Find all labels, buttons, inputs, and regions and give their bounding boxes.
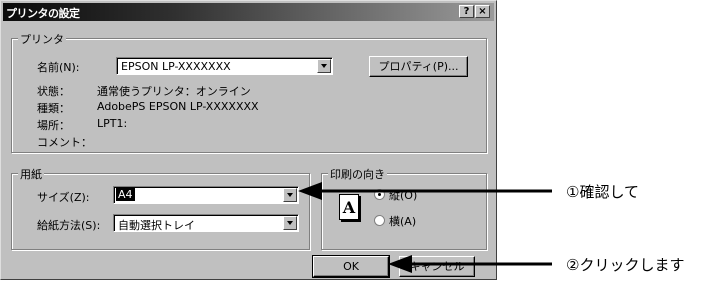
close-button[interactable]: × bbox=[475, 5, 490, 18]
location-label: 場所： bbox=[37, 119, 70, 132]
paper-source-label: 給紙方法(S): bbox=[37, 219, 101, 232]
paper-source-select[interactable]: 自動選択トレイ bbox=[113, 214, 299, 232]
chevron-down-icon[interactable] bbox=[283, 216, 297, 230]
landscape-label[interactable]: 横(A) bbox=[389, 213, 416, 229]
properties-button[interactable]: プロパティ(P)... bbox=[369, 56, 468, 77]
chevron-down-icon[interactable] bbox=[283, 188, 297, 202]
printer-name-select[interactable]: EPSON LP-XXXXXXX bbox=[116, 57, 333, 75]
comment-label: コメント： bbox=[37, 136, 92, 149]
paper-group-label: 用紙 bbox=[18, 166, 44, 182]
type-value: AdobePS EPSON LP-XXXXXXX bbox=[97, 100, 259, 113]
callout-step1: ①確認して bbox=[566, 183, 639, 201]
printer-name-label: 名前(N): bbox=[37, 61, 80, 74]
orientation-group-label: 印刷の向き bbox=[328, 166, 387, 182]
title-bar: プリンタの設定 ? × bbox=[3, 3, 494, 21]
paper-group: 用紙 bbox=[11, 166, 310, 250]
portrait-label[interactable]: 縦(O) bbox=[389, 187, 417, 203]
callout-step2: ②クリックします bbox=[566, 256, 685, 274]
location-value: LPT1: bbox=[97, 117, 128, 130]
printer-name-value: EPSON LP-XXXXXXX bbox=[121, 60, 231, 73]
portrait-radio[interactable] bbox=[374, 189, 385, 200]
paper-size-label: サイズ(Z): bbox=[37, 191, 90, 204]
landscape-radio[interactable] bbox=[374, 215, 385, 226]
dialog-title: プリンタの設定 bbox=[6, 7, 80, 20]
cancel-button[interactable]: キャンセル bbox=[399, 256, 475, 277]
chevron-down-icon[interactable] bbox=[317, 59, 331, 73]
type-label: 種類： bbox=[37, 102, 70, 115]
paper-size-select[interactable]: A4 bbox=[113, 186, 299, 204]
paper-size-value: A4 bbox=[116, 188, 135, 201]
printer-group-label: プリンタ bbox=[18, 31, 66, 47]
status-value: 通常使うプリンタ：オンライン bbox=[97, 85, 251, 98]
ok-button[interactable]: OK bbox=[312, 255, 390, 278]
paper-source-value: 自動選択トレイ bbox=[118, 219, 195, 232]
status-label: 状態： bbox=[37, 85, 70, 98]
help-button[interactable]: ? bbox=[459, 5, 474, 18]
printer-settings-dialog: プリンタの設定 ? × プリンタ 名前(N): EPSON LP-XXXXXXX… bbox=[0, 0, 497, 280]
portrait-orientation-icon: A bbox=[339, 194, 359, 220]
